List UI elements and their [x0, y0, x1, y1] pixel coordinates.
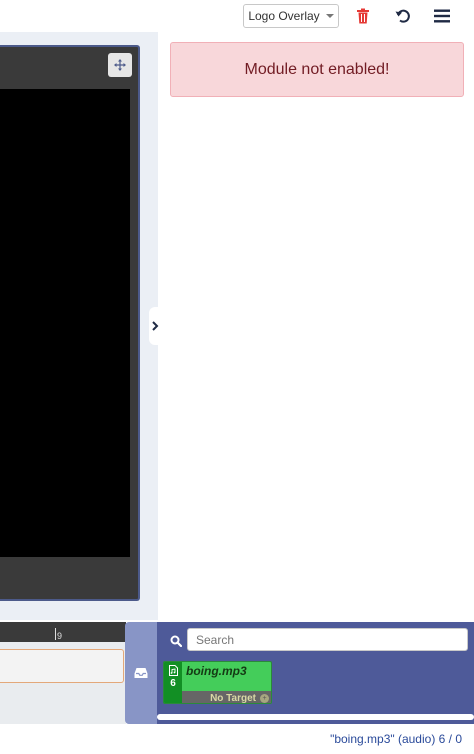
- target-status-icon: +: [260, 693, 269, 703]
- alert-message: Module not enabled!: [244, 60, 390, 78]
- audio-file-icon: [168, 665, 178, 676]
- media-search-input[interactable]: [187, 628, 468, 651]
- ruler-label: 9: [57, 631, 63, 641]
- hamburger-menu-icon[interactable]: [431, 5, 453, 27]
- inbox-icon: [134, 668, 148, 678]
- preview-canvas: [0, 89, 130, 557]
- video-preview: [0, 45, 140, 601]
- chevron-right-icon: [151, 321, 158, 331]
- timeline-ruler[interactable]: 9: [0, 622, 126, 642]
- dock-scrollbar[interactable]: [157, 714, 474, 720]
- move-icon[interactable]: [108, 53, 132, 77]
- media-item-sidebar: 6: [164, 662, 182, 703]
- top-toolbar: Logo Overlay: [0, 0, 474, 32]
- overlay-dropdown[interactable]: Logo Overlay: [243, 4, 339, 28]
- media-dock-toggle[interactable]: [125, 622, 157, 724]
- status-bar: "boing.mp3" (audio) 6 / 0: [330, 732, 462, 746]
- app-page: Logo Overlay Module not enabled! 9 Searc…: [0, 0, 474, 754]
- undo-icon[interactable]: [392, 5, 414, 27]
- timeline-track[interactable]: [0, 649, 124, 683]
- media-item-target: No Target: [210, 692, 256, 704]
- trash-icon[interactable]: [352, 5, 374, 27]
- ruler-tick: [55, 628, 56, 640]
- media-item-count: 6: [170, 678, 176, 689]
- timeline: 9: [0, 622, 126, 724]
- panel-toggle[interactable]: [149, 307, 161, 345]
- media-item-name: boing.mp3: [186, 664, 247, 678]
- module-alert: Module not enabled!: [170, 42, 464, 97]
- media-item[interactable]: 6 boing.mp3 No Target +: [163, 661, 272, 704]
- media-target-bar[interactable]: No Target +: [182, 691, 271, 704]
- caret-down-icon: [325, 14, 334, 18]
- search-icon: [165, 630, 187, 652]
- media-dock: 6 boing.mp3 No Target +: [157, 622, 474, 724]
- overlay-dropdown-label: Logo Overlay: [248, 9, 320, 23]
